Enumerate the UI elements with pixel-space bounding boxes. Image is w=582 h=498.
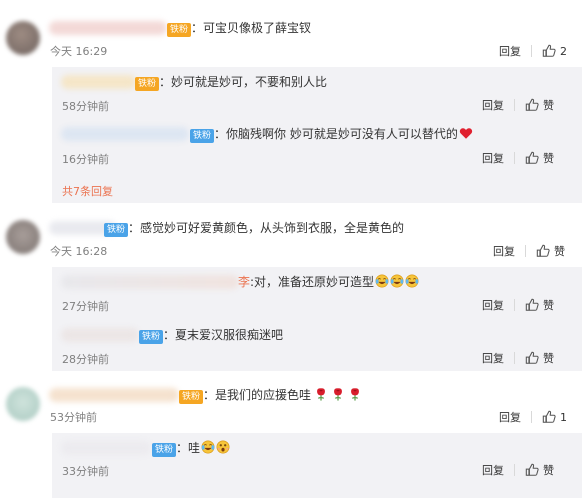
comment-actions: 回复 赞 xyxy=(493,243,565,259)
thumb-up-icon[interactable] xyxy=(542,410,556,424)
comment-actions: 回复 1 xyxy=(499,409,567,425)
reply-body: 铁粉 ：哇 xyxy=(152,440,230,457)
reply-actions: 回复 赞 xyxy=(482,97,554,113)
comment-body: 铁粉 ：感觉妙可好爱黄颜色，从头饰到衣服，全是黄色的 xyxy=(104,220,404,237)
laugh-cry-emoji-icon xyxy=(405,274,419,288)
divider xyxy=(531,411,532,423)
like-label[interactable]: 赞 xyxy=(543,462,554,478)
thumb-up-icon[interactable] xyxy=(536,244,550,258)
comment-time: 今天 16:29 xyxy=(50,45,108,58)
like-count[interactable]: 2 xyxy=(560,45,567,58)
fan-badge: 铁粉 xyxy=(190,129,215,143)
reply-text: :对，准备还原妙可造型 xyxy=(250,275,375,289)
thumb-up-icon[interactable] xyxy=(525,98,539,112)
like-label[interactable]: 赞 xyxy=(543,150,554,166)
reply-button[interactable]: 回复 xyxy=(482,150,504,166)
fan-badge: 铁粉 xyxy=(167,23,192,37)
reply-button[interactable]: 回复 xyxy=(493,243,515,259)
reply-text: ：妙可就是妙可，不要和别人比 xyxy=(159,75,328,89)
laugh-cry-emoji-icon xyxy=(390,274,404,288)
username[interactable] xyxy=(49,388,179,402)
rose-emoji-icon xyxy=(348,387,362,401)
like-count[interactable]: 1 xyxy=(560,411,567,424)
reply-time: 27分钟前 xyxy=(62,300,109,313)
reply-actions: 回复 赞 xyxy=(482,150,554,166)
thumb-up-icon[interactable] xyxy=(542,44,556,58)
reply-username[interactable] xyxy=(61,328,139,342)
reply-time: 58分钟前 xyxy=(62,100,109,113)
divider xyxy=(514,464,515,476)
reply-body: 李:对，准备还原妙可造型 xyxy=(238,274,419,290)
comment-text: ：是我们的应援色哇 xyxy=(203,388,312,402)
comment-time: 今天 16:28 xyxy=(50,245,108,258)
reply-time: 33分钟前 xyxy=(62,465,109,478)
avatar[interactable] xyxy=(6,220,40,254)
reply-username[interactable] xyxy=(61,275,239,289)
reply-actions: 回复 赞 xyxy=(482,350,554,366)
fan-badge: 铁粉 xyxy=(135,77,160,91)
reply-text-prefix: 李 xyxy=(238,275,251,289)
reply-button[interactable]: 回复 xyxy=(482,350,504,366)
thumb-up-icon[interactable] xyxy=(525,351,539,365)
like-label[interactable]: 赞 xyxy=(554,243,565,259)
fan-badge: 铁粉 xyxy=(179,390,204,404)
divider xyxy=(514,99,515,111)
heart-emoji-icon xyxy=(459,126,473,140)
reply-body: 铁粉 ：妙可就是妙可，不要和别人比 xyxy=(135,74,327,91)
comment-text: ：可宝贝像极了薛宝钗 xyxy=(191,21,312,35)
username[interactable] xyxy=(49,21,167,35)
divider xyxy=(514,299,515,311)
fan-badge: 铁粉 xyxy=(152,443,177,457)
reply-body: 铁粉 ：你脑残啊你 妙可就是妙可没有人可以替代的 xyxy=(190,126,473,143)
reply-button[interactable]: 回复 xyxy=(482,462,504,478)
fan-badge: 铁粉 xyxy=(104,223,129,237)
reply-button[interactable]: 回复 xyxy=(482,297,504,313)
expand-replies-link[interactable]: 共7条回复 xyxy=(62,183,113,199)
reply-username[interactable] xyxy=(61,75,136,89)
reply-button[interactable]: 回复 xyxy=(499,43,521,59)
reply-time: 28分钟前 xyxy=(62,353,109,366)
comment-body: 铁粉 ：可宝贝像极了薛宝钗 xyxy=(167,20,311,37)
reply-text: ：夏末爱汉服很痴迷吧 xyxy=(163,328,284,342)
reply-actions: 回复 赞 xyxy=(482,297,554,313)
fan-badge: 铁粉 xyxy=(139,330,164,344)
avatar[interactable] xyxy=(6,21,40,55)
thumb-up-icon[interactable] xyxy=(525,298,539,312)
like-label[interactable]: 赞 xyxy=(543,97,554,113)
reply-body: 铁粉 ：夏末爱汉服很痴迷吧 xyxy=(139,327,283,344)
reply-button[interactable]: 回复 xyxy=(482,97,504,113)
divider xyxy=(525,245,526,257)
laugh-cry-emoji-icon xyxy=(375,274,389,288)
thumb-up-icon[interactable] xyxy=(525,151,539,165)
reply-text: ：你脑残啊你 妙可就是妙可没有人可以替代的 xyxy=(214,127,458,141)
comment-body: 铁粉 ：是我们的应援色哇 xyxy=(179,387,362,404)
laugh-cry-emoji-icon xyxy=(201,440,215,454)
reply-username[interactable] xyxy=(61,127,189,141)
avatar[interactable] xyxy=(6,387,40,421)
like-label[interactable]: 赞 xyxy=(543,350,554,366)
divider xyxy=(514,152,515,164)
reply-button[interactable]: 回复 xyxy=(499,409,521,425)
thumb-up-icon[interactable] xyxy=(525,463,539,477)
divider xyxy=(514,352,515,364)
reply-username[interactable] xyxy=(61,441,151,455)
reply-time: 16分钟前 xyxy=(62,153,109,166)
rose-emoji-icon xyxy=(314,387,328,401)
rose-emoji-icon xyxy=(331,387,345,401)
comment-actions: 回复 2 xyxy=(499,43,567,59)
reply-actions: 回复 赞 xyxy=(482,462,554,478)
comment-time: 53分钟前 xyxy=(50,411,97,424)
comment-text: ：感觉妙可好爱黄颜色，从头饰到衣服，全是黄色的 xyxy=(128,221,405,235)
divider xyxy=(531,45,532,57)
reply-text: ：哇 xyxy=(176,441,201,455)
surprised-emoji-icon xyxy=(216,440,230,454)
like-label[interactable]: 赞 xyxy=(543,297,554,313)
